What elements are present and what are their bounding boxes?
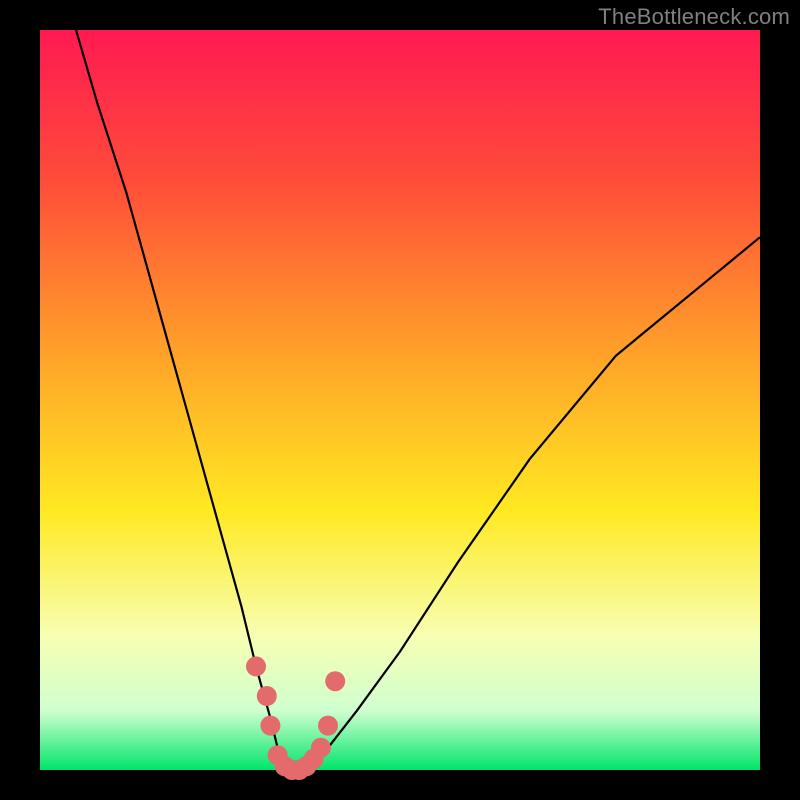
highlight-point xyxy=(260,716,280,736)
highlight-point xyxy=(246,656,266,676)
chart-frame: TheBottleneck.com xyxy=(0,0,800,800)
highlight-point xyxy=(318,716,338,736)
chart-svg xyxy=(0,0,800,800)
highlight-point xyxy=(257,686,277,706)
watermark-text: TheBottleneck.com xyxy=(598,4,790,30)
highlight-point xyxy=(311,738,331,758)
highlight-point xyxy=(325,671,345,691)
plot-area xyxy=(40,30,760,770)
